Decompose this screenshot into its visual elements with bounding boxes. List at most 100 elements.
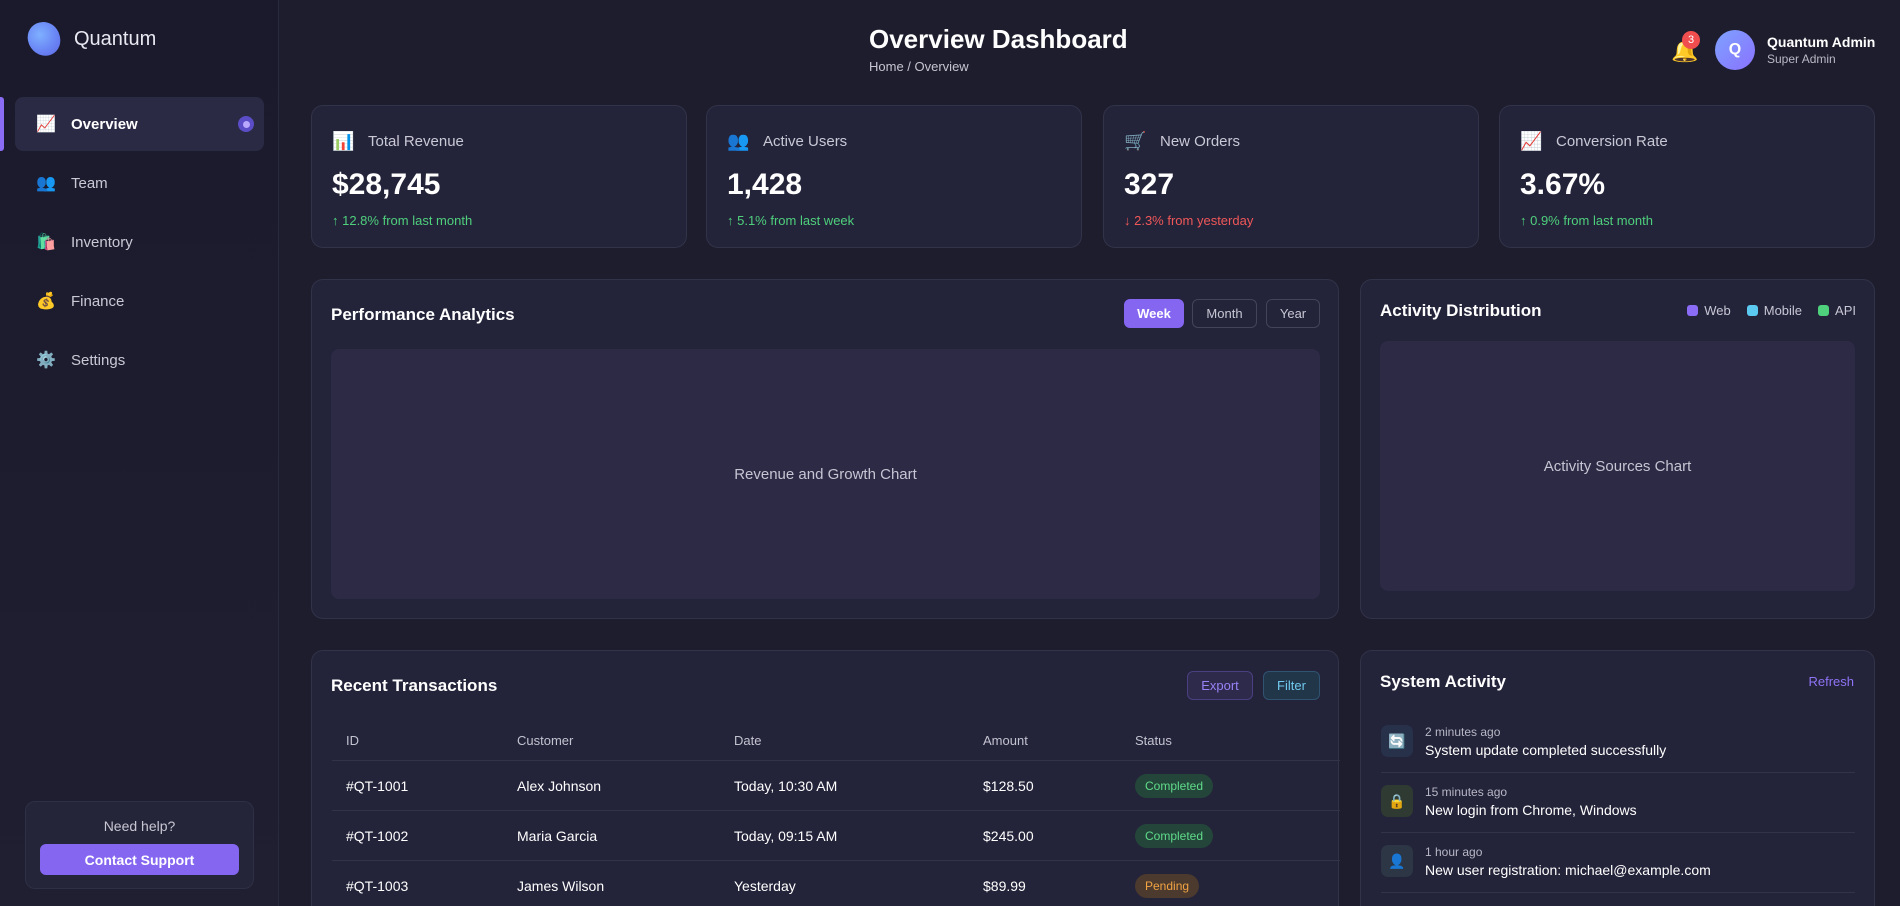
transaction-id: #QT-1001 bbox=[346, 778, 409, 794]
transaction-date: Today, 10:30 AM bbox=[734, 778, 838, 794]
sidebar-item-label: Finance bbox=[71, 292, 125, 310]
page-title: Overview Dashboard bbox=[869, 24, 1128, 54]
period-month-button[interactable]: Month bbox=[1192, 299, 1257, 328]
stat-card-active-users: 👥 Active Users 1,428 ↑ 5.1% from last we… bbox=[706, 105, 1082, 248]
people-icon: 👥 bbox=[36, 175, 56, 192]
period-week-button[interactable]: Week bbox=[1124, 299, 1184, 328]
table-header: ID Customer Date Amount Status bbox=[332, 725, 1340, 761]
sidebar-nav: 📈 Overview 👥 Team 🛍️ Inventory 💰 Finance… bbox=[0, 97, 279, 392]
activity-time: 2 minutes ago bbox=[1425, 725, 1501, 739]
stat-label: Conversion Rate bbox=[1556, 133, 1668, 150]
people-icon: 👥 bbox=[727, 131, 750, 151]
chart-placeholder-label: Activity Sources Chart bbox=[1543, 457, 1692, 475]
activity-distribution-card: Activity Distribution Web Mobile API Act… bbox=[1360, 279, 1875, 619]
contact-support-button[interactable]: Contact Support bbox=[40, 844, 239, 875]
transaction-date: Today, 09:15 AM bbox=[734, 828, 838, 844]
brand[interactable]: Quantum bbox=[24, 19, 157, 59]
gear-icon: ⚙️ bbox=[36, 352, 56, 369]
filter-button[interactable]: Filter bbox=[1263, 671, 1320, 700]
table-row[interactable]: #QT-1002 Maria Garcia Today, 09:15 AM $2… bbox=[332, 811, 1340, 861]
stat-change: ↑ 0.9% from last month bbox=[1520, 213, 1653, 228]
transaction-customer: Maria Garcia bbox=[517, 828, 598, 844]
activity-time: 1 hour ago bbox=[1425, 845, 1483, 859]
column-header-id[interactable]: ID bbox=[346, 733, 359, 748]
revenue-growth-chart: Revenue and Growth Chart bbox=[331, 349, 1320, 599]
sidebar-item-label: Team bbox=[71, 174, 108, 192]
performance-analytics-card: Performance Analytics Week Month Year Re… bbox=[311, 279, 1339, 619]
stat-change: ↓ 2.3% from yesterday bbox=[1124, 213, 1254, 228]
sidebar-item-label: Inventory bbox=[71, 233, 133, 251]
activity-item[interactable]: 👤 1 hour ago New user registration: mich… bbox=[1381, 833, 1855, 893]
card-title: Activity Distribution bbox=[1380, 301, 1542, 320]
stat-change: ↑ 12.8% from last month bbox=[332, 213, 473, 228]
card-title: System Activity bbox=[1380, 672, 1506, 691]
stat-value: 3.67% bbox=[1520, 168, 1606, 201]
sidebar-item-overview[interactable]: 📈 Overview bbox=[0, 97, 264, 151]
column-header-status[interactable]: Status bbox=[1135, 733, 1172, 748]
status-badge: Completed bbox=[1135, 774, 1214, 798]
legend-item-api: API bbox=[1818, 303, 1856, 318]
chart-placeholder-label: Revenue and Growth Chart bbox=[734, 465, 917, 483]
status-badge: Completed bbox=[1135, 824, 1214, 848]
system-activity-card: System Activity Refresh 🔄 2 minutes ago … bbox=[1360, 650, 1875, 906]
transaction-customer: James Wilson bbox=[517, 878, 605, 894]
help-card: Need help? Contact Support bbox=[25, 801, 254, 889]
chart-legend: Web Mobile API bbox=[1671, 303, 1856, 318]
activity-text: New login from Chrome, Windows bbox=[1425, 802, 1637, 818]
money-bag-icon: 💰 bbox=[36, 293, 56, 310]
activity-item[interactable]: 🔒 15 minutes ago New login from Chrome, … bbox=[1381, 773, 1855, 833]
stat-card-total-revenue: 📊 Total Revenue $28,745 ↑ 12.8% from las… bbox=[311, 105, 687, 248]
help-text: Need help? bbox=[103, 818, 176, 834]
refresh-button[interactable]: Refresh bbox=[1808, 674, 1854, 689]
chart-up-icon: 📈 bbox=[36, 116, 56, 133]
transaction-date: Yesterday bbox=[734, 878, 796, 894]
sidebar-item-finance[interactable]: 💰 Finance bbox=[15, 274, 264, 328]
legend-label: Web bbox=[1704, 303, 1731, 318]
sidebar-item-inventory[interactable]: 🛍️ Inventory bbox=[15, 215, 264, 269]
active-indicator-icon bbox=[238, 116, 254, 132]
sidebar-item-settings[interactable]: ⚙️ Settings bbox=[15, 333, 264, 387]
activity-sources-chart: Activity Sources Chart bbox=[1380, 341, 1855, 591]
sidebar-item-team[interactable]: 👥 Team bbox=[15, 156, 264, 210]
table-row[interactable]: #QT-1003 James Wilson Yesterday $89.99 P… bbox=[332, 861, 1340, 906]
activity-text: System update completed successfully bbox=[1425, 742, 1667, 758]
period-year-button[interactable]: Year bbox=[1266, 299, 1320, 328]
table-row[interactable]: #QT-1001 Alex Johnson Today, 10:30 AM $1… bbox=[332, 761, 1340, 811]
transaction-id: #QT-1003 bbox=[346, 878, 409, 894]
sidebar-item-label: Overview bbox=[71, 115, 138, 133]
stat-label: Total Revenue bbox=[368, 133, 464, 150]
card-title: Recent Transactions bbox=[331, 676, 498, 695]
activity-text: New user registration: michael@example.c… bbox=[1425, 862, 1711, 878]
avatar[interactable]: Q bbox=[1715, 30, 1755, 70]
shopping-cart-icon: 🛒 bbox=[1124, 131, 1147, 151]
legend-label: API bbox=[1835, 303, 1856, 318]
stat-change: ↑ 5.1% from last week bbox=[727, 213, 855, 228]
column-header-amount[interactable]: Amount bbox=[983, 733, 1028, 748]
transaction-id: #QT-1002 bbox=[346, 828, 409, 844]
shopping-bags-icon: 🛍️ bbox=[36, 234, 56, 251]
breadcrumb[interactable]: Home / Overview bbox=[869, 59, 969, 74]
activity-item[interactable]: 🔄 2 minutes ago System update completed … bbox=[1381, 713, 1855, 773]
stat-card-conversion-rate: 📈 Conversion Rate 3.67% ↑ 0.9% from last… bbox=[1499, 105, 1875, 248]
user-name[interactable]: Quantum Admin bbox=[1767, 34, 1875, 50]
user-role: Super Admin bbox=[1767, 52, 1836, 66]
bar-chart-icon: 📊 bbox=[332, 131, 355, 151]
activity-time: 15 minutes ago bbox=[1425, 785, 1508, 799]
column-header-date[interactable]: Date bbox=[734, 733, 761, 748]
stat-label: Active Users bbox=[763, 133, 848, 150]
column-header-customer[interactable]: Customer bbox=[517, 733, 573, 748]
stat-card-new-orders: 🛒 New Orders 327 ↓ 2.3% from yesterday bbox=[1103, 105, 1479, 248]
stat-value: 327 bbox=[1124, 168, 1175, 201]
legend-label: Mobile bbox=[1763, 303, 1803, 318]
transaction-amount: $128.50 bbox=[983, 778, 1034, 794]
stat-value: 1,428 bbox=[727, 168, 803, 201]
chart-up-icon: 📈 bbox=[1520, 131, 1543, 151]
brand-logo-icon bbox=[24, 19, 64, 59]
sidebar-item-label: Settings bbox=[71, 351, 126, 369]
card-title: Performance Analytics bbox=[331, 305, 515, 324]
transaction-amount: $89.99 bbox=[983, 878, 1026, 894]
notification-badge: 3 bbox=[1682, 31, 1700, 49]
transaction-customer: Alex Johnson bbox=[517, 778, 602, 794]
export-button[interactable]: Export bbox=[1187, 671, 1253, 700]
brand-name: Quantum bbox=[74, 27, 157, 50]
